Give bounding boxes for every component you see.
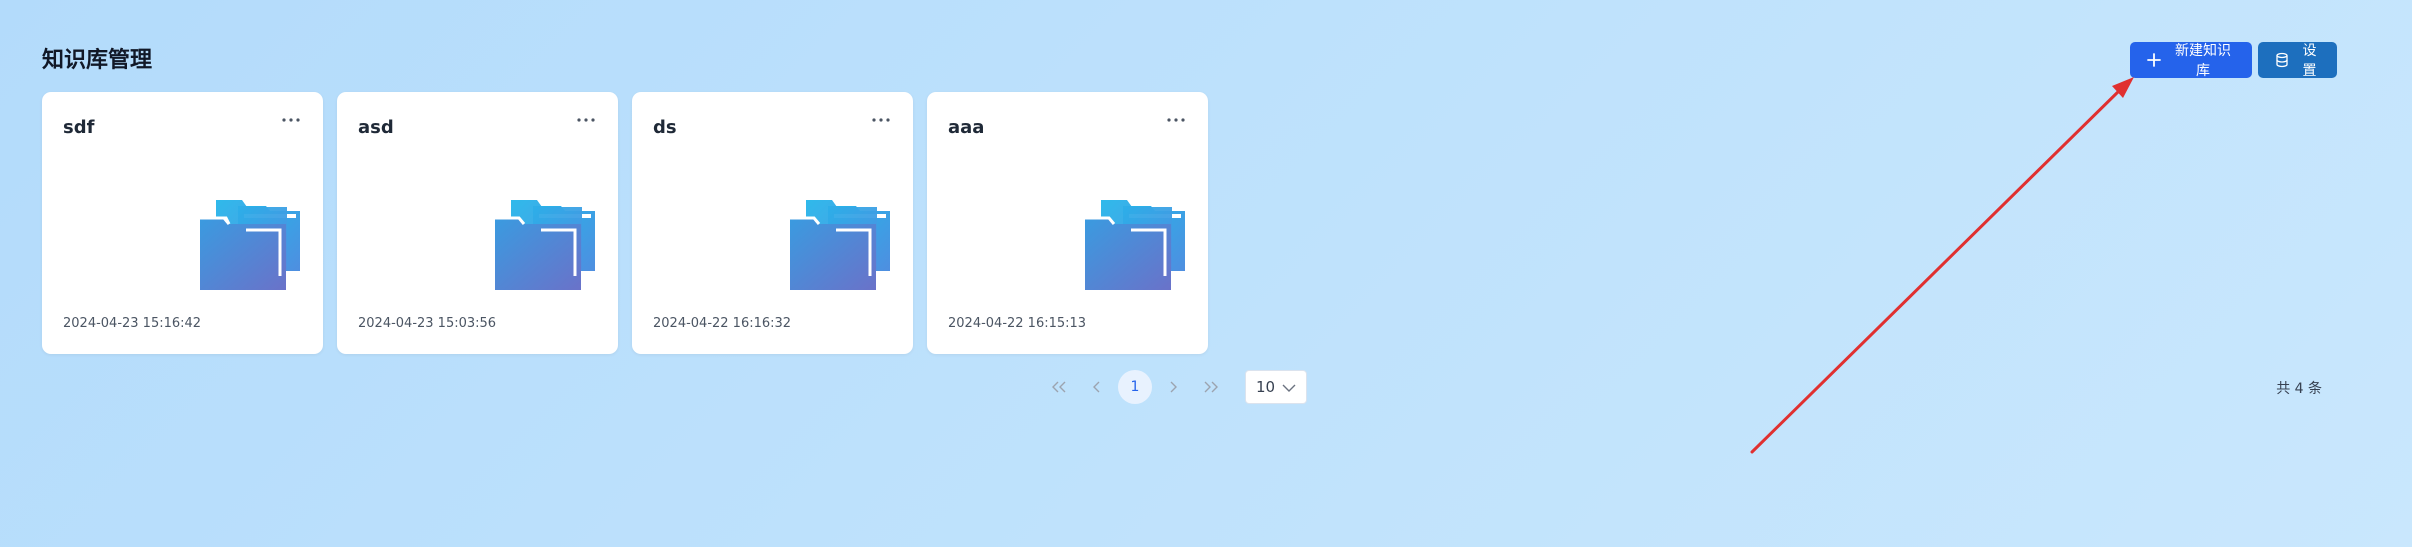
total-count: 共 4 条	[2276, 381, 2322, 397]
new-knowledge-base-label: 新建知识库	[2175, 43, 2231, 79]
folder-icon	[200, 200, 302, 290]
pagination: 1 10	[1040, 370, 1307, 404]
folder-icon	[790, 200, 892, 290]
chevron-down-icon	[1282, 378, 1296, 396]
next-page-icon[interactable]	[1154, 370, 1192, 404]
knowledge-base-card[interactable]: aaa 2024-04-22 16:15:13	[927, 92, 1208, 354]
card-title: sdf	[63, 117, 95, 138]
database-icon	[2274, 52, 2290, 68]
new-knowledge-base-button[interactable]: 新建知识库	[2130, 42, 2252, 79]
page-size-select[interactable]: 10	[1245, 370, 1307, 404]
card-title: ds	[653, 117, 677, 138]
knowledge-base-card[interactable]: asd 2024-04-23 15:03:56	[337, 92, 618, 354]
knowledge-base-card[interactable]: ds 2024-04-22 16:16:32	[632, 92, 913, 354]
card-title: aaa	[948, 117, 985, 138]
settings-label: 设置	[2302, 43, 2317, 79]
card-timestamp: 2024-04-22 16:16:32	[653, 316, 792, 331]
page-title: 知识库管理	[42, 48, 153, 73]
card-title: asd	[358, 117, 394, 138]
folder-icon	[1085, 200, 1187, 290]
first-page-icon[interactable]	[1040, 370, 1078, 404]
toolbar: 新建知识库 设置	[2130, 42, 2337, 79]
page-number-current[interactable]: 1	[1118, 370, 1152, 404]
knowledge-base-card[interactable]: sdf 2024-04-23 15:16:42	[42, 92, 323, 354]
card-timestamp: 2024-04-23 15:16:42	[63, 316, 202, 331]
more-dots-icon[interactable]	[867, 110, 895, 130]
more-dots-icon[interactable]	[1162, 110, 1190, 130]
settings-button[interactable]: 设置	[2258, 42, 2337, 79]
card-timestamp: 2024-04-22 16:15:13	[948, 316, 1087, 331]
page-size-value: 10	[1256, 378, 1276, 396]
card-timestamp: 2024-04-23 15:03:56	[358, 316, 497, 331]
knowledge-base-list: sdf 2024-04-23 15:16:42 asd 2024-04-23 1…	[42, 92, 1208, 354]
more-dots-icon[interactable]	[277, 110, 305, 130]
prev-page-icon[interactable]	[1078, 370, 1116, 404]
folder-icon	[495, 200, 597, 290]
plus-icon	[2146, 52, 2162, 68]
more-dots-icon[interactable]	[572, 110, 600, 130]
last-page-icon[interactable]	[1192, 370, 1230, 404]
